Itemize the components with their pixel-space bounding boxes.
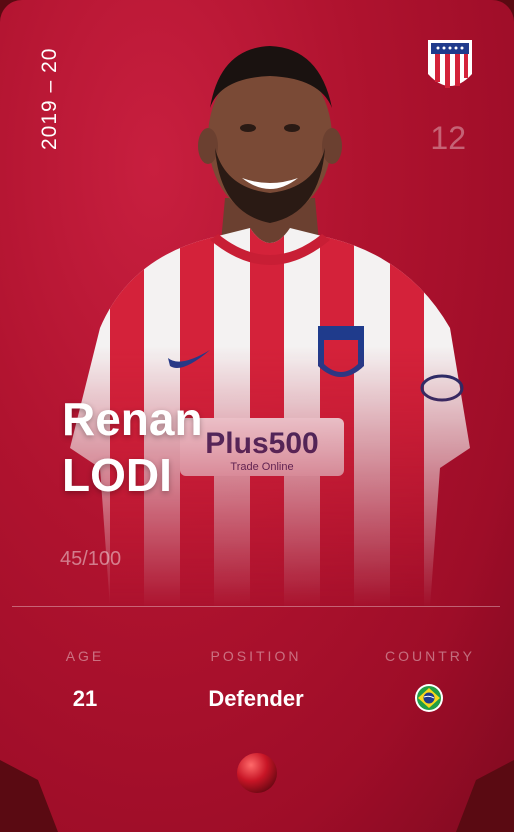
brazil-flag-icon [415, 684, 443, 712]
player-card[interactable]: Plus500 Trade Online 2019 – 20 12 Renan … [0, 0, 514, 832]
divider [12, 606, 500, 607]
svg-text:Plus500: Plus500 [205, 427, 318, 460]
player-last-name: LODI [62, 449, 172, 501]
age-value: 21 [72, 686, 98, 711]
position-value: Defender [208, 686, 304, 711]
player-first-name: Renan [62, 393, 203, 445]
atletico-madrid-crest-icon [428, 40, 472, 88]
age-label: AGE [65, 648, 105, 664]
serial-number: 45/100 [60, 548, 122, 570]
shirt-number: 12 [430, 120, 466, 156]
position-label: POSITION [210, 648, 302, 664]
rare-red-orb-icon [237, 753, 277, 793]
season-label: 2019 – 20 [38, 47, 61, 150]
svg-text:Trade Online: Trade Online [230, 461, 293, 473]
player-photo: Plus500 Trade Online [70, 46, 470, 608]
country-label: COUNTRY [385, 648, 475, 664]
